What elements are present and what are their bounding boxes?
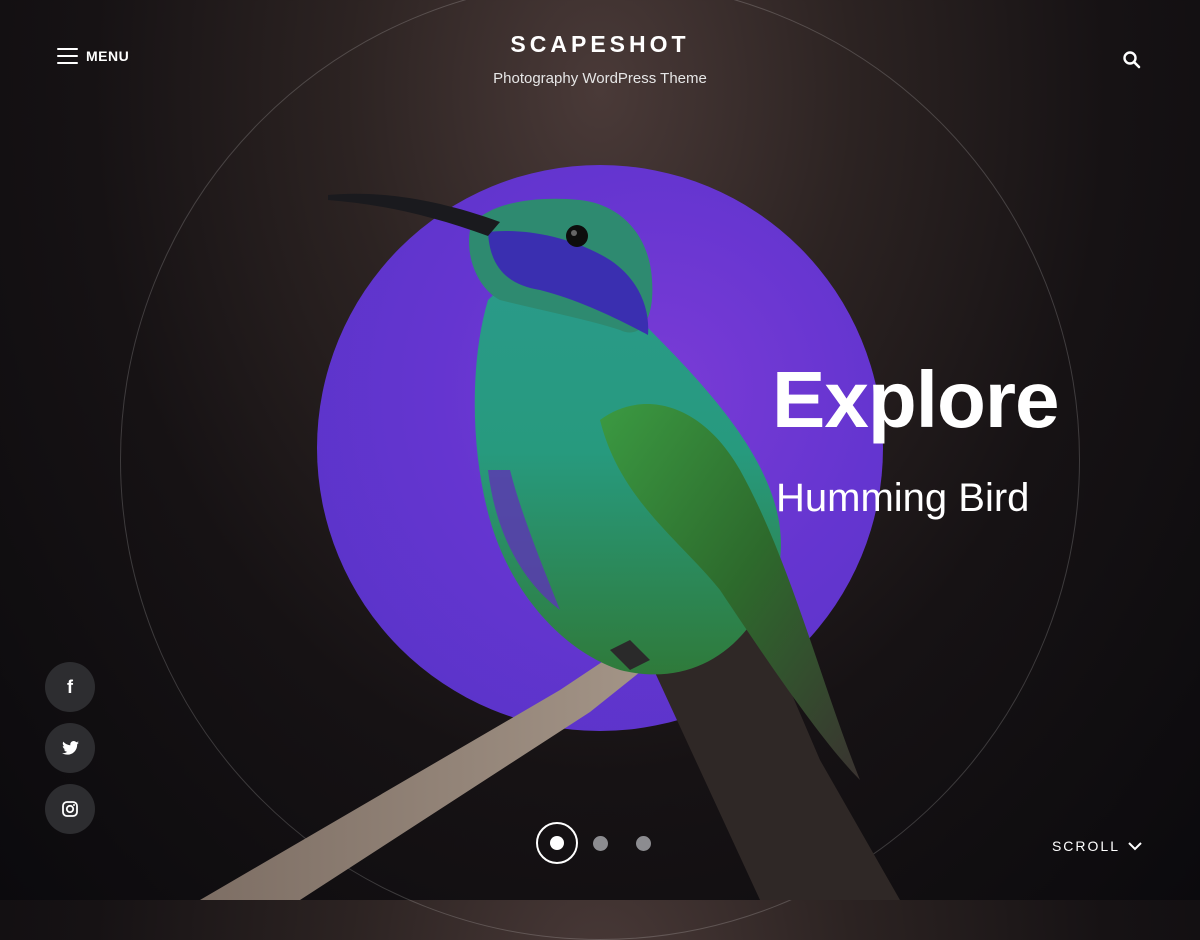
hummingbird-image	[200, 193, 900, 900]
site-title[interactable]: SCAPESHOT	[510, 31, 689, 58]
search-icon	[1123, 51, 1141, 69]
scroll-label: SCROLL	[1051, 838, 1120, 854]
chevron-down-icon	[1128, 842, 1142, 851]
scroll-down-button[interactable]: SCROLL	[1052, 838, 1142, 854]
facebook-link[interactable]: f	[45, 662, 95, 712]
twitter-link[interactable]	[45, 723, 95, 773]
slide-dot-3[interactable]	[636, 835, 651, 851]
hero-subtitle: Humming Bird	[776, 476, 1030, 520]
slider-pagination	[536, 822, 651, 864]
slide-dot-1-active[interactable]	[536, 822, 578, 864]
facebook-icon: f	[67, 676, 73, 697]
twitter-icon	[61, 741, 79, 755]
instagram-link[interactable]	[45, 784, 95, 834]
slide-dot-2[interactable]	[593, 835, 608, 851]
instagram-icon	[62, 801, 78, 817]
social-links: f	[45, 662, 95, 834]
search-button[interactable]	[1122, 50, 1142, 70]
site-tagline: Photography WordPress Theme	[493, 70, 707, 87]
hero-title: Explore	[772, 355, 1059, 444]
site-branding: SCAPESHOT Photography WordPress Theme	[0, 31, 1200, 87]
site-header: MENU SCAPESHOT Photography WordPress The…	[0, 0, 1200, 110]
